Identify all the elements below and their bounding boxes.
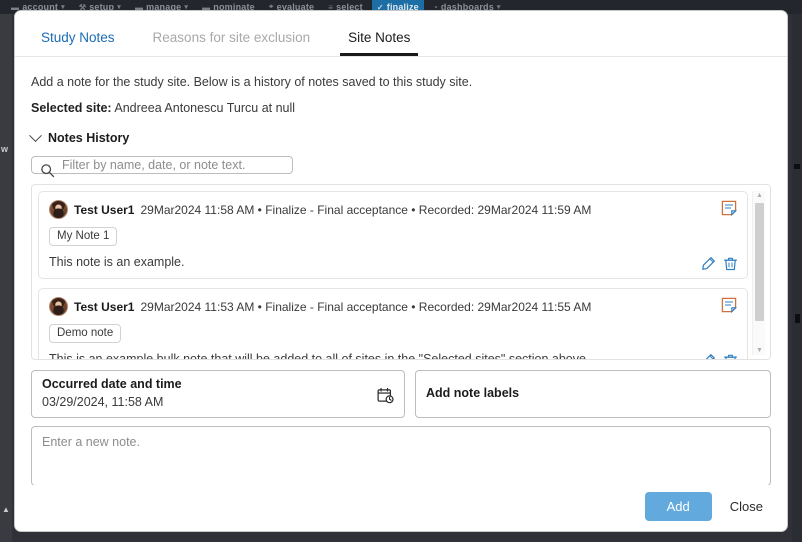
site-notes-modal: Study Notes Reasons for site exclusion Sit… [14, 10, 788, 532]
filter-field-wrapper [31, 156, 293, 178]
selected-site-value: Andreea Antonescu Turcu at null [114, 101, 296, 115]
left-rail: w ▲ [0, 14, 12, 542]
note-card: Test User1 29Mar2024 11:53 AM • Finalize … [38, 288, 748, 359]
delete-trash-icon[interactable] [723, 256, 738, 271]
rail-letter: w [1, 144, 9, 154]
tab-study-notes[interactable]: Study Notes [25, 30, 131, 56]
right-rail-mark [795, 314, 800, 323]
filter-input[interactable] [31, 156, 293, 174]
sticky-note-icon[interactable] [721, 297, 737, 313]
notes-history-title: Notes History [48, 131, 130, 145]
tab-label: Study Notes [41, 30, 115, 45]
avatar [49, 297, 68, 316]
note-labels-field[interactable]: Add note labels [415, 370, 771, 418]
intro-text: Add a note for the study site. Below is … [31, 75, 473, 89]
right-rail-mark [794, 164, 800, 169]
tab-label: Site Notes [348, 30, 411, 45]
note-text: This note is an example. [49, 255, 185, 269]
note-author: Test User1 [74, 299, 135, 314]
chevron-down-icon [29, 128, 42, 142]
notes-scrollbar[interactable]: ▲ ▼ [752, 191, 765, 355]
scroll-down-arrow-icon[interactable]: ▼ [756, 347, 763, 354]
modal-footer: Add Close [15, 485, 787, 531]
edit-pencil-icon[interactable] [701, 353, 716, 359]
notes-scroll-area: Test User1 29Mar2024 11:58 AM • Finalize … [38, 191, 764, 359]
tab-bar: Study Notes Reasons for site exclusion Sit… [15, 11, 787, 57]
tab-label: Reasons for site exclusion [152, 30, 311, 45]
new-note-form: Occurred date and time 03/29/2024, 11:58… [31, 360, 771, 485]
occurred-datetime-label: Occurred date and time [42, 377, 182, 392]
note-author: Test User1 [74, 202, 135, 217]
note-meta: 29Mar2024 11:53 AM • Finalize - Final ac… [140, 299, 592, 314]
edit-pencil-icon[interactable] [701, 256, 716, 271]
occurred-datetime-value: 03/29/2024, 11:58 AM [42, 394, 164, 409]
note-card: Test User1 29Mar2024 11:58 AM • Finalize … [38, 191, 748, 279]
note-actions [701, 353, 738, 359]
add-button[interactable]: Add [644, 491, 712, 521]
notes-history-list: Test User1 29Mar2024 11:58 AM • Finalize … [31, 184, 771, 360]
calendar-clock-icon[interactable] [377, 387, 394, 404]
new-note-textarea[interactable] [31, 426, 771, 485]
note-header: Test User1 29Mar2024 11:58 AM • Finalize … [49, 200, 703, 219]
avatar [49, 200, 68, 219]
delete-trash-icon[interactable] [723, 353, 738, 359]
modal-body: Add a note for the study site. Below is … [15, 57, 787, 485]
notes-history-toggle[interactable]: Notes History [29, 128, 771, 145]
occurred-datetime-field[interactable]: Occurred date and time 03/29/2024, 11:58… [31, 370, 405, 418]
note-label-chip: Demo note [49, 324, 122, 343]
note-header: Test User1 29Mar2024 11:53 AM • Finalize … [49, 297, 703, 316]
scroll-up-arrow-icon[interactable]: ▲ [756, 192, 763, 199]
tab-reasons-for-site-exclusion: Reasons for site exclusion [137, 30, 327, 56]
right-rail [792, 14, 802, 542]
note-text: This is an example bulk note that will b… [49, 352, 590, 359]
selected-site-label: Selected site: [31, 101, 112, 115]
sticky-note-icon[interactable] [721, 200, 737, 216]
selected-site-line: Selected site: Andreea Antonescu Turcu a… [31, 101, 771, 115]
note-labels-placeholder: Add note labels [426, 386, 520, 401]
note-label-chip: My Note 1 [49, 227, 118, 246]
notes-scrollbar-thumb[interactable] [755, 203, 764, 321]
new-note-form-row: Occurred date and time 03/29/2024, 11:58… [31, 370, 771, 418]
note-meta: 29Mar2024 11:58 AM • Finalize - Final ac… [140, 202, 592, 217]
tab-site-notes[interactable]: Site Notes [332, 30, 426, 56]
rail-scroll-up-arrow[interactable]: ▲ [2, 505, 10, 514]
close-button[interactable]: Close [726, 492, 767, 521]
note-actions [701, 256, 738, 271]
